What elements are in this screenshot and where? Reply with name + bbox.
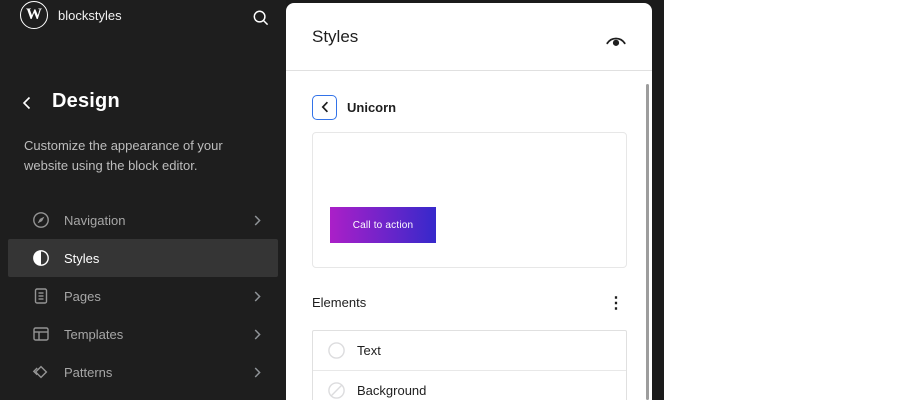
element-item-label: Text [357,343,381,358]
patterns-icon [30,362,51,383]
element-item-background[interactable]: Background [313,370,626,400]
sidebar-item-label: Pages [64,289,101,304]
empty-circle-swatch-icon [328,342,345,359]
pages-icon [30,286,51,307]
variation-breadcrumb: Unicorn [312,94,396,120]
page-title: Design [52,90,120,113]
navigation-icon [30,210,51,231]
chevron-left-icon [22,96,31,110]
elements-list: Text Background [312,330,627,400]
site-hub: W blockstyles [0,0,286,44]
site-name[interactable]: blockstyles [58,8,122,23]
styles-panel: Styles Unicorn Call [286,3,652,400]
chevron-right-icon [254,290,262,302]
templates-icon [30,324,51,345]
style-preview-card[interactable]: Call to action [312,132,627,268]
sidebar-item-patterns[interactable]: Patterns [8,353,278,391]
sidebar-item-templates[interactable]: Templates [8,315,278,353]
eye-icon [605,33,627,49]
sidebar-item-label: Templates [64,327,123,342]
styles-icon [30,248,51,269]
chevron-right-icon [254,366,262,378]
site-editor: W blockstyles Design [0,0,900,400]
sidebar-item-pages[interactable]: Pages [8,277,278,315]
sidebar-item-label: Styles [64,251,99,266]
chevron-left-icon [321,101,329,113]
variation-name: Unicorn [347,100,396,115]
panel-title: Styles [312,27,358,47]
kebab-menu-icon: ⋮ [608,293,624,313]
design-header: Design [0,88,286,122]
sidebar: W blockstyles Design [0,0,286,400]
variation-back-button[interactable] [312,95,337,120]
elements-options-button[interactable]: ⋮ [604,291,628,315]
back-button[interactable] [18,95,34,111]
search-button[interactable] [249,6,273,30]
sidebar-item-navigation[interactable]: Navigation [8,201,278,239]
slashed-circle-swatch-icon [328,382,345,399]
elements-section-header: Elements ⋮ [286,291,652,315]
sidebar-description: Customize the appearance of your website… [24,136,256,176]
element-item-text[interactable]: Text [313,331,626,370]
chevron-right-icon [254,214,262,226]
styles-panel-header: Styles [286,3,652,71]
preview-cta-button: Call to action [330,207,436,243]
style-book-toggle[interactable] [602,29,630,53]
sidebar-item-styles[interactable]: Styles [8,239,278,277]
search-icon [252,9,270,27]
sidebar-item-label: Navigation [64,213,125,228]
sidebar-item-label: Patterns [64,365,112,380]
elements-section-title: Elements [312,295,366,310]
element-item-label: Background [357,383,426,398]
sidebar-nav: Navigation Styles [0,201,286,391]
wordpress-logo-icon[interactable]: W [20,1,48,29]
chevron-right-icon [254,328,262,340]
panel-scrollbar[interactable] [646,84,649,400]
